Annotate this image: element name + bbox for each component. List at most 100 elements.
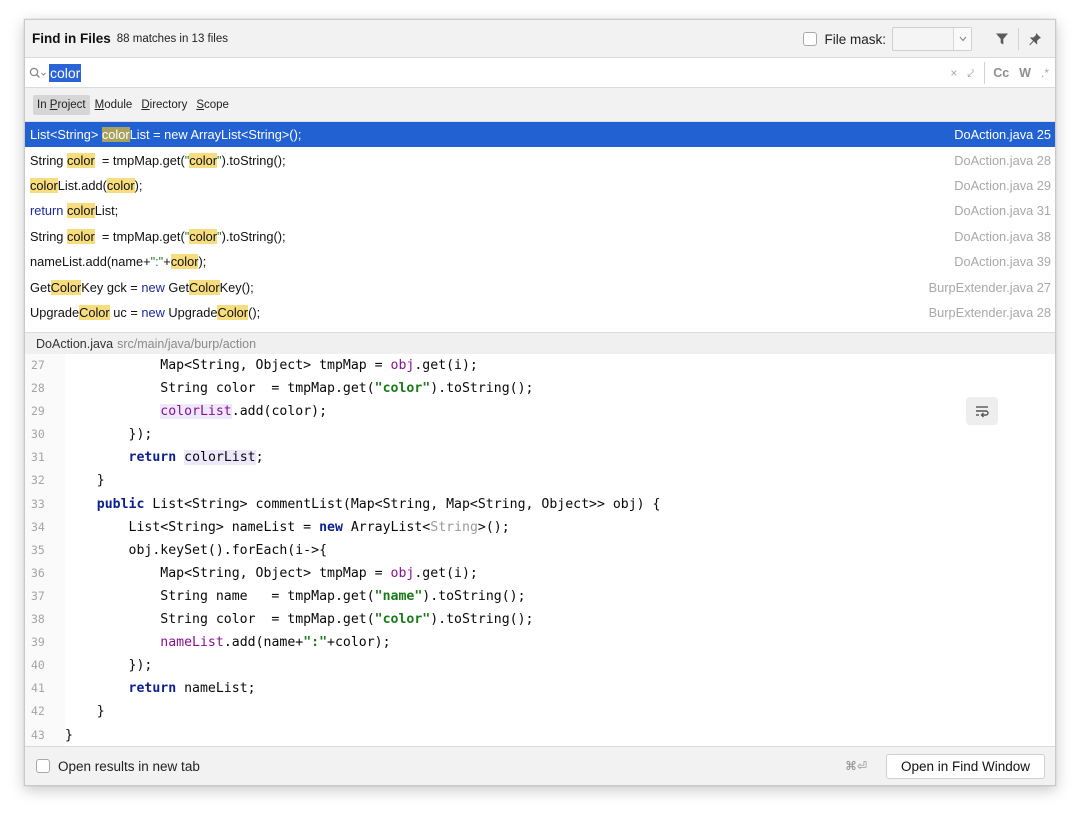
code-token: Get <box>30 279 51 295</box>
code-line: 37 String name = tmpMap.get("name").toSt… <box>25 585 1055 608</box>
match-case-toggle[interactable]: Cc <box>993 66 1009 80</box>
code-token: Map<String, Object> tmpMap = <box>65 358 391 373</box>
search-icon[interactable] <box>25 67 49 79</box>
code-line: 36 Map<String, Object> tmpMap = obj.get(… <box>25 562 1055 585</box>
code-token: String color = tmpMap.get( <box>65 381 375 397</box>
code-text: public List<String> commentList(Map<Stri… <box>65 493 661 516</box>
file-mask-value[interactable] <box>893 28 953 50</box>
code-token: String color = tmpMap.get( <box>65 612 375 628</box>
match-highlight: Color <box>189 279 220 295</box>
code-token: ":" <box>150 254 164 270</box>
code-line: 30 }); <box>25 423 1055 446</box>
code-line: 31 return colorList; <box>25 446 1055 469</box>
result-row[interactable]: GetColorKey gck = new GetColorKey(); Burp… <box>25 274 1055 299</box>
result-line-text: GetColorKey gck = new GetColorKey(); <box>30 279 254 295</box>
line-number: 40 <box>31 658 45 673</box>
code-token: + <box>163 254 171 270</box>
search-input[interactable]: color <box>49 63 82 82</box>
regex-toggle[interactable]: .* <box>1041 66 1049 80</box>
line-number: 31 <box>31 450 45 465</box>
result-file-location: DoAction.java 38 <box>954 228 1051 244</box>
open-in-find-window-button[interactable]: Open in Find Window <box>885 754 1045 779</box>
shortcut-hint: ⌘⏎ <box>844 759 867 773</box>
scope-module[interactable]: Module <box>91 95 137 115</box>
match-highlight: color <box>67 228 95 244</box>
code-token: = tmpMap.get( <box>94 152 185 168</box>
match-highlight: Color <box>217 304 249 320</box>
scope-directory[interactable]: Directory <box>137 95 191 115</box>
code-token: List<String> nameList = <box>65 519 320 535</box>
result-row[interactable]: nameList.add(name+":"+color); DoAction.ja… <box>25 249 1055 274</box>
file-mask-checkbox[interactable] <box>803 32 818 46</box>
popup-title: Find in Files <box>32 31 111 46</box>
result-line-text: List<String> colorList = new ArrayList<S… <box>30 127 301 143</box>
code-line: 41 return nameList; <box>25 677 1055 700</box>
result-row[interactable]: String color = tmpMap.get("color").toStr… <box>25 147 1055 172</box>
result-row[interactable]: String color = tmpMap.get("color").toStr… <box>25 224 1055 249</box>
result-line-text: String color = tmpMap.get("color").toStr… <box>30 152 286 168</box>
code-token: new <box>164 127 188 143</box>
clear-search-icon[interactable]: × <box>950 66 957 80</box>
find-in-files-popup: Find in Files 88 matches in 13 files Fil… <box>24 19 1056 786</box>
code-text: Map<String, Object> tmpMap = obj.get(i); <box>65 562 478 585</box>
code-token: .get(i); <box>414 358 478 373</box>
code-token: String <box>30 228 67 244</box>
match-highlight: color <box>189 228 218 244</box>
scope-mnemonic: M <box>94 98 105 111</box>
code-token: (); <box>248 304 261 320</box>
code-token: ).toString(); <box>430 612 534 628</box>
code-text: return nameList; <box>65 677 256 700</box>
open-new-tab-checkbox[interactable] <box>36 759 50 773</box>
result-row[interactable]: UpgradeColor uc = new UpgradeColor(); Bur… <box>25 300 1055 325</box>
code-line: 27 Map<String, Object> tmpMap = obj.get(… <box>25 354 1055 377</box>
result-row[interactable]: List<String> colorList = new ArrayList<S… <box>25 122 1055 148</box>
scope-scope[interactable]: Scope <box>192 95 233 115</box>
code-token: = tmpMap.get( <box>94 228 185 244</box>
code-token: new <box>141 279 165 295</box>
line-number: 37 <box>31 588 45 603</box>
match-highlight: color <box>30 177 58 193</box>
code-token: String name = tmpMap.get( <box>65 588 375 604</box>
code-token: }); <box>65 427 153 443</box>
code-line: 28 String color = tmpMap.get("color").to… <box>25 377 1055 400</box>
code-token: nameList <box>160 635 224 651</box>
preview-file-name: DoAction.java <box>36 336 114 351</box>
code-token: } <box>65 704 105 720</box>
code-line: 40 }); <box>25 654 1055 677</box>
code-preview[interactable]: 27 Map<String, Object> tmpMap = obj.get(… <box>25 354 1055 748</box>
scope-label: irectory <box>149 98 188 111</box>
scope-in-project[interactable]: In Project <box>33 94 90 115</box>
line-number: 35 <box>31 542 45 557</box>
code-text: } <box>65 700 105 723</box>
newline-toggle-icon[interactable]: ⤦ <box>967 66 974 81</box>
code-text: String color = tmpMap.get("color").toStr… <box>65 608 533 631</box>
pin-icon[interactable] <box>1025 29 1045 49</box>
file-mask-combo[interactable] <box>892 27 972 51</box>
match-highlight: color <box>170 254 199 270</box>
code-token: public <box>96 496 145 512</box>
code-token: Get <box>164 279 190 295</box>
code-token: nameList; <box>176 681 256 697</box>
code-token: ).toString(); <box>430 381 534 397</box>
code-token: "color" <box>374 381 431 397</box>
code-token: } <box>65 473 105 489</box>
words-toggle[interactable]: W <box>1019 66 1031 80</box>
code-text: colorList.add(color); <box>65 400 327 423</box>
match-highlight: color <box>189 152 218 168</box>
code-token: List = <box>129 127 165 143</box>
result-row[interactable]: colorList.add(color); DoAction.java 29 <box>25 173 1055 198</box>
search-options-separator <box>984 62 986 84</box>
code-token: ).toString(); <box>221 228 286 244</box>
chevron-down-icon[interactable] <box>953 28 971 50</box>
preview-header: DoAction.java src/main/java/burp/action <box>25 332 1055 354</box>
result-file-location: DoAction.java 29 <box>954 177 1051 193</box>
filter-icon[interactable] <box>992 29 1012 49</box>
code-token: .add(color); <box>231 404 328 420</box>
match-highlight: color <box>67 152 95 168</box>
code-line: 29 colorList.add(color); <box>25 400 1055 423</box>
code-token: String <box>430 519 478 535</box>
code-line: 38 String color = tmpMap.get("color").to… <box>25 608 1055 631</box>
result-row[interactable]: return colorList; DoAction.java 31 <box>25 198 1055 223</box>
